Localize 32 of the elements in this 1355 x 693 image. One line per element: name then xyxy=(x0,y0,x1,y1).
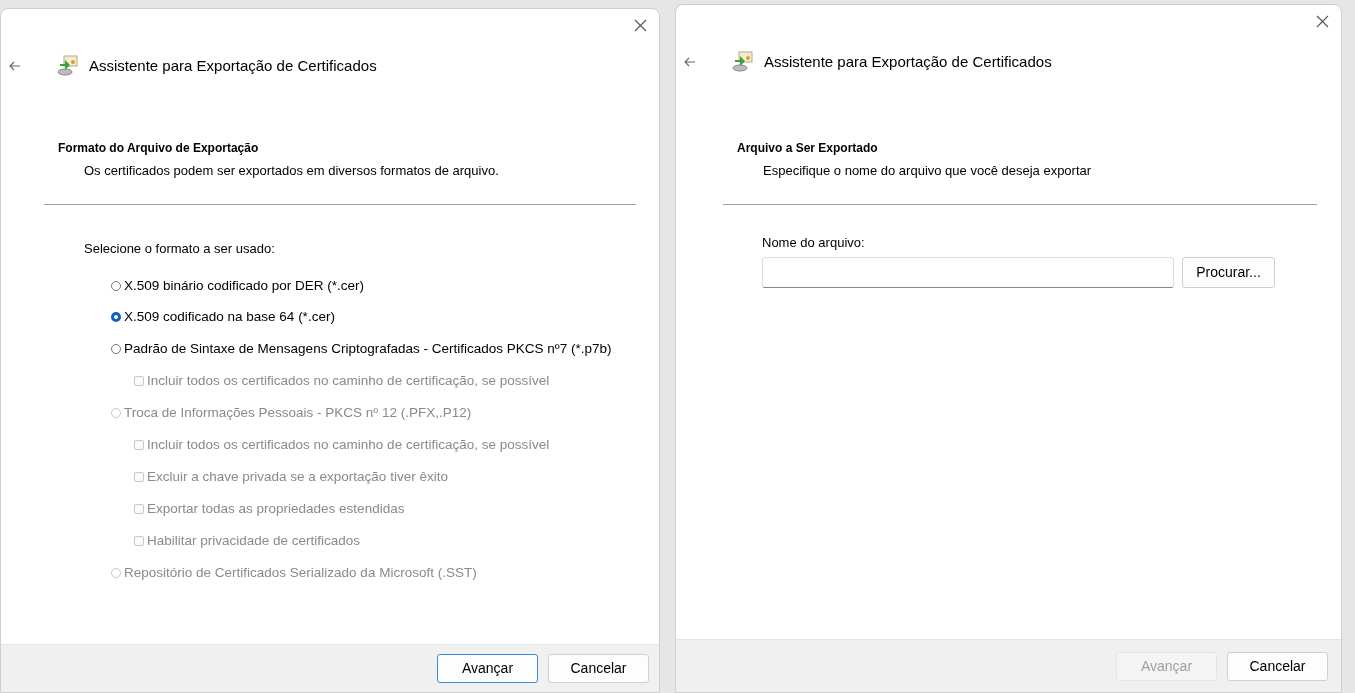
radio-label[interactable]: Padrão de Sintaxe de Mensagens Criptografadas - Certificados PKCS nº7 (*.p7b) xyxy=(124,338,612,360)
radio-label: Repositório de Certificados Serializado da Microsoft (.SST) xyxy=(124,563,477,582)
radio-button[interactable] xyxy=(111,344,121,354)
dialog-title: Assistente para Exportação de Certificados xyxy=(764,51,1052,72)
radio-label: Troca de Informações Pessoais - PKCS nº 12 (.PFX,.P12) xyxy=(124,403,472,422)
dialog-title: Assistente para Exportação de Certificados xyxy=(89,55,377,76)
cancel-button[interactable]: Cancelar xyxy=(548,654,649,683)
radio-button[interactable] xyxy=(111,281,121,291)
close-icon[interactable] xyxy=(634,19,647,32)
section-description: Os certificados podem ser exportados em diversos formatos de arquivo. xyxy=(83,162,500,180)
checkbox-label: Exportar todas as propriedades estendidas xyxy=(147,499,405,518)
section-heading: Arquivo a Ser Exportado xyxy=(737,140,879,157)
cancel-button[interactable]: Cancelar xyxy=(1227,651,1328,681)
back-arrow-icon[interactable] xyxy=(9,61,21,71)
filename-field[interactable] xyxy=(762,257,1174,288)
back-arrow-icon[interactable] xyxy=(684,57,696,67)
certificate-export-icon xyxy=(732,51,754,73)
section-description: Especifique o nome do arquivo que você deseja exportar xyxy=(762,162,1093,180)
radio-button[interactable] xyxy=(111,312,121,322)
checkbox-label: Excluir a chave privada se a exportação tiver êxito xyxy=(147,467,448,486)
next-button[interactable]: Avançar xyxy=(437,654,538,683)
radio-label[interactable]: X.509 binário codificado por DER (*.cer) xyxy=(124,275,365,297)
checkbox-label: Incluir todos os certificados no caminho de certificação, se possível xyxy=(147,435,550,454)
close-icon[interactable] xyxy=(1316,15,1329,28)
format-prompt: Selecione o formato a ser usado: xyxy=(84,239,276,258)
radio-label[interactable]: X.509 codificado na base 64 (*.cer) xyxy=(124,306,335,328)
browse-button[interactable]: Procurar... xyxy=(1182,257,1275,288)
section-heading: Formato do Arquivo de Exportação xyxy=(58,140,260,157)
checkbox-label: Incluir todos os certificados no caminho de certificação, se possível xyxy=(147,371,550,390)
checkbox-label: Habilitar privacidade de certificados xyxy=(147,531,361,550)
certificate-export-icon xyxy=(57,55,79,77)
filename-label: Nome do arquivo: xyxy=(762,233,866,252)
